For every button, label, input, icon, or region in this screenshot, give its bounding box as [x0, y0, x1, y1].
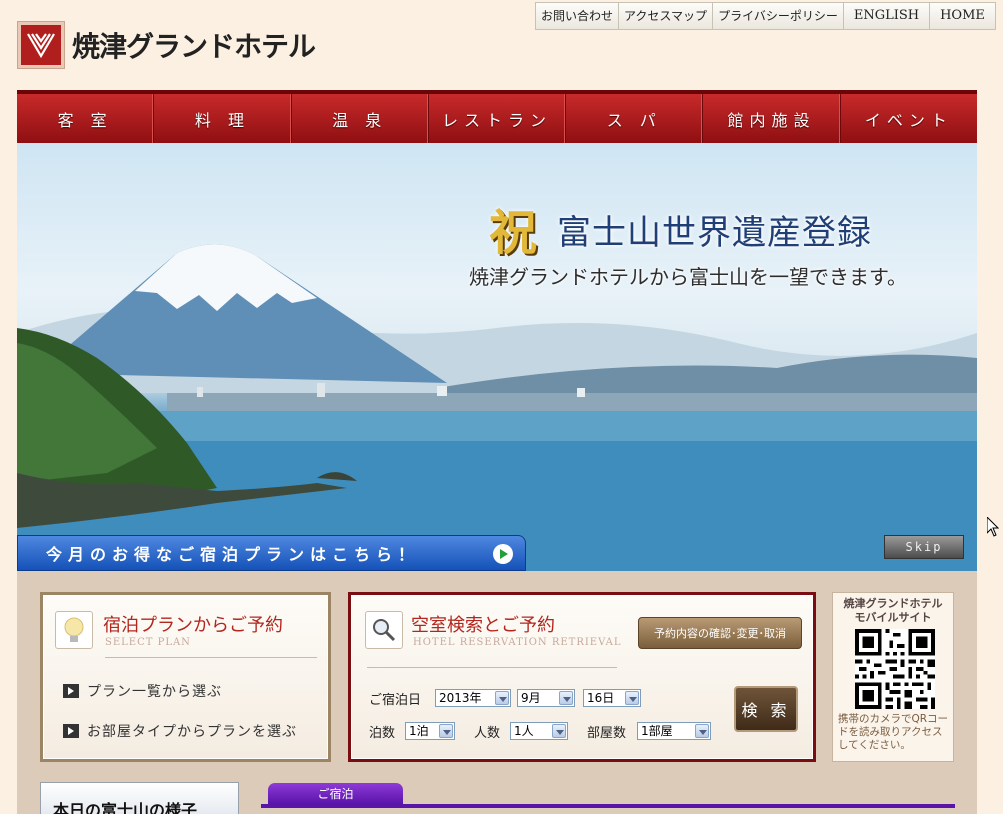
main-nav: 客 室 料 理 温 泉 レストラン ス パ 館内施設 イベント [17, 90, 977, 143]
nav-item-spa[interactable]: ス パ [566, 94, 704, 143]
skip-button[interactable]: Skip [884, 535, 964, 559]
room-search-box: 空室検索とご予約 HOTEL RESERVATION RETRIEVAL 予約内… [348, 592, 816, 762]
year-select[interactable]: 2013年 [435, 689, 511, 707]
nav-item-facilities[interactable]: 館内施設 [703, 94, 841, 143]
english-link[interactable]: ENGLISH [843, 3, 931, 29]
mobile-site-note: 携帯のカメラでQRコードを読み取りアクセスしてください。 [838, 713, 949, 751]
people-label: 人数 [474, 726, 501, 741]
hero-celebration-kanji: 祝 [489, 205, 538, 261]
chevron-down-icon [695, 724, 709, 738]
plan-box-divider [105, 657, 317, 658]
month-select[interactable]: 9月 [517, 689, 575, 707]
privacy-policy-link[interactable]: プライバシーポリシー [713, 3, 844, 29]
magnifier-icon [365, 611, 403, 649]
chevron-down-icon [625, 691, 639, 705]
fuji-today-box[interactable]: 本日の富士山の様子 [40, 782, 239, 814]
year-value: 2013年 [439, 691, 482, 705]
stay-date-label: ご宿泊日 [369, 693, 422, 708]
room-type-plan-link-label: お部屋タイプからプランを選ぶ [87, 724, 297, 740]
plan-list-link-label: プラン一覧から選ぶ [87, 684, 222, 700]
search-box-title: 空室検索とご予約 [411, 615, 555, 636]
rooms-label: 部屋数 [587, 726, 627, 741]
mobile-site-box: 焼津グランドホテル モバイルサイト 携帯のカメラでQRコードを読み取りアクセスし… [832, 592, 954, 762]
nav-item-hot-spring[interactable]: 温 泉 [292, 94, 429, 143]
day-select[interactable]: 16日 [583, 689, 641, 707]
nav-item-events[interactable]: イベント [841, 94, 977, 143]
chevron-down-icon [439, 724, 453, 738]
access-map-link[interactable]: アクセスマップ [619, 3, 714, 29]
rooms-value: 1部屋 [641, 724, 673, 738]
nights-label: 泊数 [369, 726, 396, 741]
hero-title: 富士山世界遺産登録 [557, 213, 872, 253]
plan-box-title: 宿泊プランからご予約 [103, 615, 283, 636]
nav-item-cuisine[interactable]: 料 理 [154, 94, 292, 143]
utility-nav: お問い合わせ アクセスマップ プライバシーポリシー ENGLISH HOME [535, 2, 996, 30]
mobile-site-title: 焼津グランドホテル モバイルサイト [843, 597, 943, 624]
nav-item-rooms[interactable]: 客 室 [17, 94, 155, 143]
fuji-today-title: 本日の富士山の様子 [53, 801, 198, 814]
chevron-down-icon [495, 691, 509, 705]
tab-stay[interactable]: ご宿泊 [268, 783, 403, 804]
rooms-select[interactable]: 1部屋 [637, 722, 711, 740]
hero-banner: 祝 富士山世界遺産登録 焼津グランドホテルから富士山を一望できます。 今月のお得… [17, 143, 977, 571]
search-box-divider [367, 667, 617, 668]
room-type-plan-link[interactable]: お部屋タイプからプランを選ぶ [63, 721, 297, 741]
plan-list-link[interactable]: プラン一覧から選ぶ [63, 681, 222, 701]
nights-value: 1泊 [409, 724, 429, 738]
play-arrow-icon [493, 544, 513, 564]
month-value: 9月 [521, 691, 541, 705]
nav-item-restaurant[interactable]: レストラン [429, 94, 567, 143]
hotel-name: 焼津グランドホテル [72, 30, 316, 63]
hero-subtitle: 焼津グランドホテルから富士山を一望できます。 [469, 265, 907, 289]
contact-link[interactable]: お問い合わせ [536, 3, 620, 29]
home-link[interactable]: HOME [930, 3, 995, 29]
people-select[interactable]: 1人 [510, 722, 568, 740]
chevron-down-icon [559, 691, 573, 705]
lightbulb-icon [55, 611, 93, 649]
confirm-reservation-button[interactable]: 予約内容の確認･変更･取消 [638, 617, 802, 649]
hotel-logo[interactable]: 焼津グランドホテル [18, 22, 316, 68]
nights-select[interactable]: 1泊 [405, 722, 455, 740]
chevron-down-icon [552, 724, 566, 738]
monthly-plan-label: 今月のお得なご宿泊プランはこちら！ [46, 545, 421, 564]
monthly-plan-banner[interactable]: 今月のお得なご宿泊プランはこちら！ [17, 535, 526, 571]
qr-code-icon[interactable] [855, 629, 935, 709]
arrow-right-icon [63, 684, 79, 698]
search-box-subtitle: HOTEL RESERVATION RETRIEVAL [413, 637, 622, 648]
day-value: 16日 [587, 691, 615, 705]
people-value: 1人 [514, 724, 534, 738]
tab-underline [261, 804, 955, 808]
hotel-logo-mark-icon [18, 22, 64, 68]
plan-box-subtitle: SELECT PLAN [105, 637, 191, 648]
arrow-right-icon [63, 724, 79, 738]
search-button[interactable]: 検 索 [734, 686, 798, 732]
plan-reservation-box: 宿泊プランからご予約 SELECT PLAN プラン一覧から選ぶ お部屋タイプか… [40, 592, 331, 762]
